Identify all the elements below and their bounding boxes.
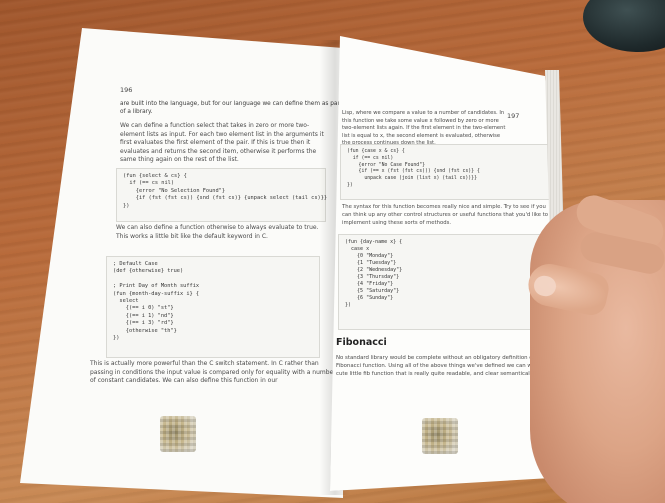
left-pixel-logo — [160, 416, 196, 452]
left-para-2: We can also define a function otherwise … — [116, 224, 319, 240]
left-para-3: This is actually more powerful than the … — [90, 360, 336, 385]
fibonacci-heading: Fibonacci — [336, 337, 387, 348]
right-code-case: (fun {case x & cs} { if (== cs nil) {err… — [340, 144, 554, 200]
left-page-number: 196 — [120, 86, 133, 94]
left-para-1: We can define a function select that tak… — [120, 122, 324, 164]
right-para-1: Lisp, where we compare a value to a numb… — [342, 110, 506, 146]
left-line-1: are built into the language, but for our… — [120, 101, 343, 107]
photo-scene: 196 are built into the language, but for… — [0, 0, 665, 503]
left-line-2: of a library. — [120, 109, 153, 115]
left-code-otherwise: ; Default Case (def {otherwise} true) ; … — [106, 256, 320, 358]
right-code-day-name: (fun {day-name x} { case x {0 "Monday"} … — [338, 234, 560, 330]
right-para-3: No standard library would be complete wi… — [336, 355, 546, 377]
right-para-2: The syntax for this function becomes rea… — [342, 204, 549, 226]
right-pixel-logo — [422, 418, 458, 454]
left-code-select: (fun {select & cs} { if (== cs nil) {err… — [116, 168, 327, 222]
